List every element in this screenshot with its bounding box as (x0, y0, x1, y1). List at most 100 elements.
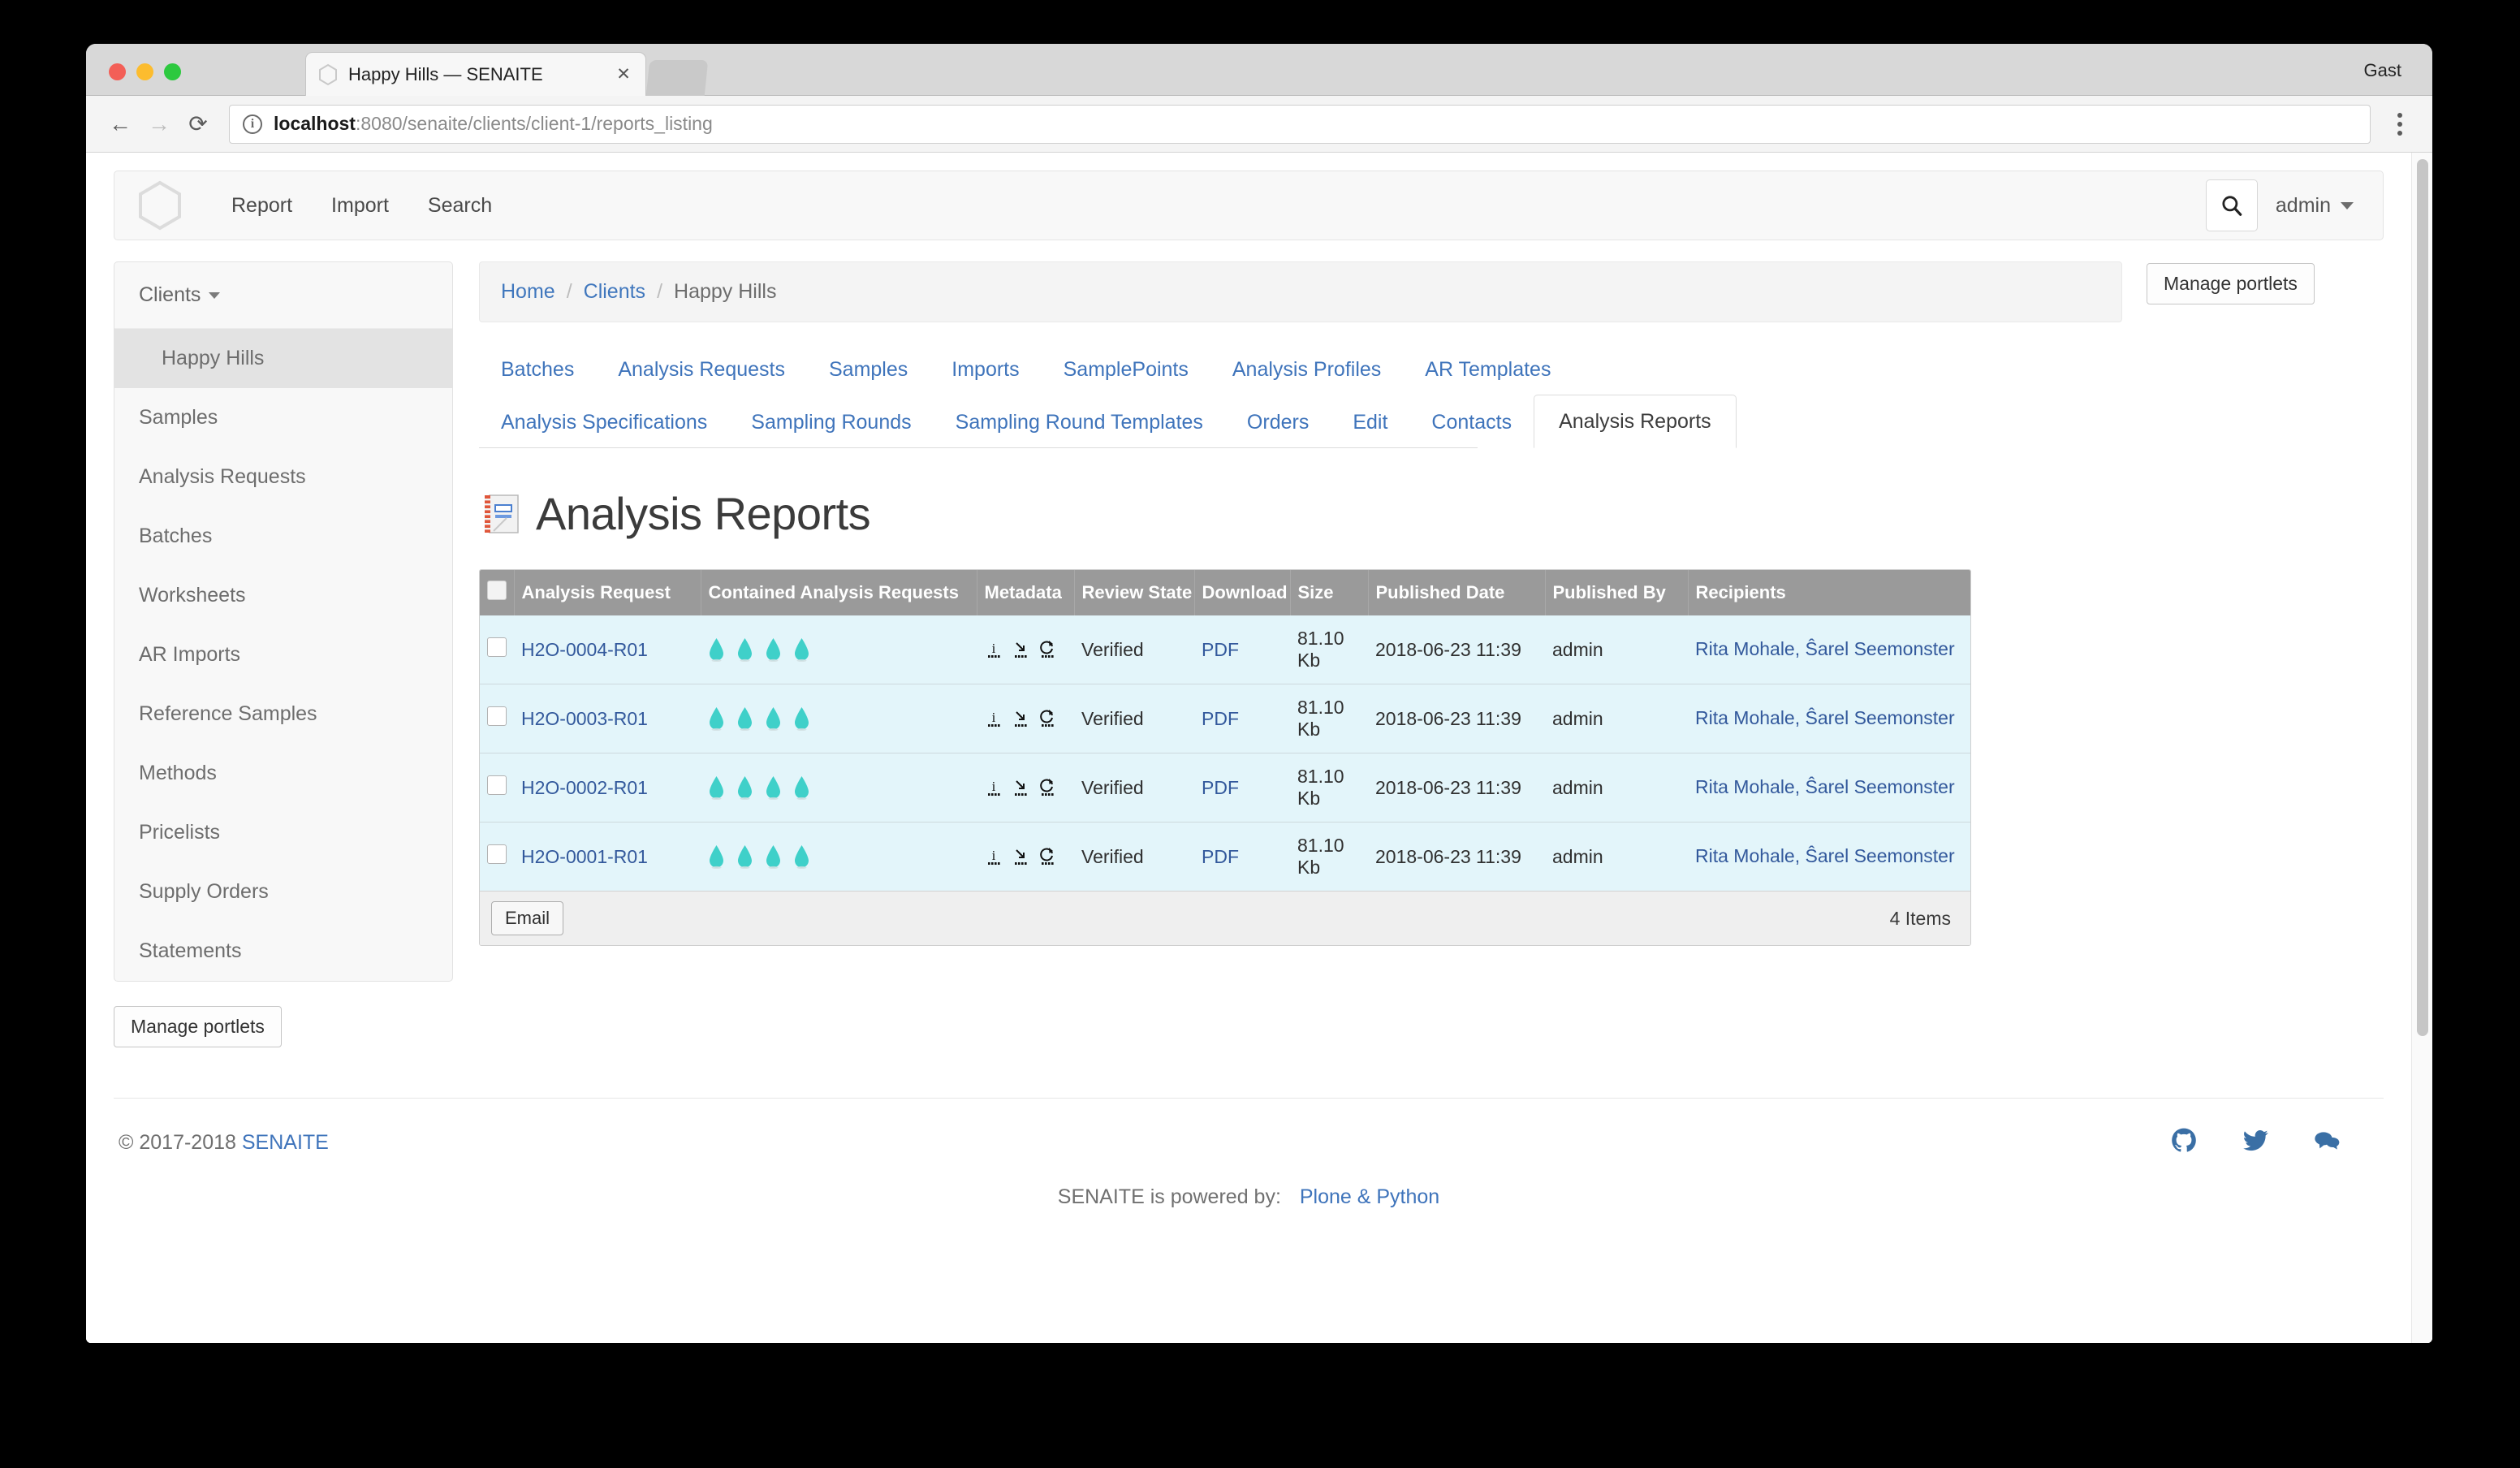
column-published-date[interactable]: Published Date (1368, 570, 1546, 615)
analysis-request-link[interactable]: H2O-0003-R01 (521, 708, 648, 729)
row-checkbox[interactable] (487, 844, 507, 864)
sidebar-item-reference-samples[interactable]: Reference Samples (114, 684, 452, 744)
column-published-by[interactable]: Published By (1545, 570, 1689, 615)
browser-tab-inactive[interactable] (645, 60, 709, 96)
search-button[interactable] (2205, 179, 2258, 231)
tab-batches[interactable]: Batches (479, 345, 596, 395)
breadcrumb-clients[interactable]: Clients (584, 280, 645, 304)
sidebar-item-statements[interactable]: Statements (114, 922, 452, 981)
sidebar-item-batches[interactable]: Batches (114, 507, 452, 566)
window-maximize-button[interactable] (164, 63, 181, 80)
sidebar-item-analysis-requests[interactable]: Analysis Requests (114, 447, 452, 507)
recipients-link[interactable]: Rita Mohale, Ŝarel Seemonster (1695, 845, 1955, 866)
analysis-request-link[interactable]: H2O-0002-R01 (521, 777, 648, 798)
address-bar[interactable]: i localhost :8080/senaite/clients/client… (229, 104, 2371, 144)
tab-edit[interactable]: Edit (1331, 398, 1409, 447)
sidebar-item-ar-imports[interactable]: AR Imports (114, 625, 452, 684)
browser-tab-active[interactable]: Happy Hills — SENAITE ✕ (305, 52, 646, 96)
select-all-header[interactable] (480, 570, 515, 615)
info-icon[interactable]: i (984, 777, 1004, 798)
browser-profile-name[interactable]: Gast (2364, 60, 2401, 81)
powered-by-link[interactable]: Plone & Python (1300, 1185, 1439, 1208)
recipients-link[interactable]: Rita Mohale, Ŝarel Seemonster (1695, 638, 1955, 659)
back-icon[interactable]: ← (101, 105, 140, 144)
tab-analysis-profiles[interactable]: Analysis Profiles (1210, 345, 1403, 395)
reload-icon[interactable] (1038, 708, 1058, 729)
info-icon[interactable]: i (984, 708, 1004, 729)
row-select-cell[interactable] (480, 615, 514, 684)
scrollbar-thumb[interactable] (2417, 159, 2428, 1036)
sidebar-item-worksheets[interactable]: Worksheets (114, 566, 452, 625)
table-row[interactable]: H2O-0004-R01 i Verified PDF 81.10 Kb 2018-06-… (480, 615, 1970, 684)
github-link[interactable] (2171, 1128, 2197, 1158)
recipients-link[interactable]: Rita Mohale, Ŝarel Seemonster (1695, 776, 1955, 797)
column-size[interactable]: Size (1290, 570, 1369, 615)
email-button[interactable]: Email (491, 901, 564, 935)
senaite-brand-link[interactable]: SENAITE (242, 1131, 329, 1154)
column-download[interactable]: Download (1194, 570, 1291, 615)
table-row[interactable]: H2O-0002-R01 i Verified PDF 81.10 Kb 2018-06-… (480, 753, 1970, 823)
table-row[interactable]: H2O-0003-R01 i Verified PDF 81.10 Kb 2018-06-… (480, 684, 1970, 753)
column-metadata[interactable]: Metadata (977, 570, 1075, 615)
column-contained-ars[interactable]: Contained Analysis Requests (701, 570, 977, 615)
download-icon[interactable] (1011, 777, 1031, 798)
page-info-icon[interactable]: i (243, 114, 262, 134)
sidebar-item-methods[interactable]: Methods (114, 744, 452, 803)
sidebar-item-happy-hills[interactable]: Happy Hills (114, 329, 452, 388)
senaite-hexagon-logo[interactable] (137, 180, 183, 231)
appnav-link-report[interactable]: Report (212, 194, 312, 218)
sidebar-item-supply-orders[interactable]: Supply Orders (114, 862, 452, 922)
manage-portlets-button-left[interactable]: Manage portlets (114, 1006, 282, 1047)
reload-icon[interactable] (1038, 846, 1058, 867)
row-select-cell[interactable] (480, 822, 514, 891)
tab-contacts[interactable]: Contacts (1409, 398, 1534, 447)
tab-imports[interactable]: Imports (930, 345, 1041, 395)
portlet-header[interactable]: Clients (114, 262, 452, 329)
reload-icon[interactable]: ⟳ (179, 105, 218, 144)
analysis-request-link[interactable]: H2O-0001-R01 (521, 846, 648, 867)
download-icon[interactable] (1011, 846, 1031, 867)
tab-samples[interactable]: Samples (807, 345, 930, 395)
page-scrollbar[interactable] (2411, 153, 2432, 1343)
tab-sampling-rounds[interactable]: Sampling Rounds (729, 398, 933, 447)
column-review-state[interactable]: Review State (1074, 570, 1195, 615)
download-pdf-link[interactable]: PDF (1202, 777, 1239, 798)
window-close-button[interactable] (109, 63, 126, 80)
row-checkbox[interactable] (487, 637, 507, 657)
chat-link[interactable] (2314, 1128, 2340, 1158)
manage-portlets-button-right[interactable]: Manage portlets (2147, 263, 2315, 304)
tab-sampling-round-templates[interactable]: Sampling Round Templates (934, 398, 1225, 447)
analysis-request-link[interactable]: H2O-0004-R01 (521, 639, 648, 660)
download-pdf-link[interactable]: PDF (1202, 639, 1239, 660)
user-menu[interactable]: admin (2276, 194, 2360, 218)
download-icon[interactable] (1011, 708, 1031, 729)
column-analysis-request[interactable]: Analysis Request (514, 570, 701, 615)
appnav-link-search[interactable]: Search (408, 194, 511, 218)
row-checkbox[interactable] (487, 775, 507, 795)
close-icon[interactable]: ✕ (613, 64, 634, 85)
breadcrumb-home[interactable]: Home (501, 280, 555, 304)
window-minimize-button[interactable] (136, 63, 153, 80)
reload-icon[interactable] (1038, 639, 1058, 660)
twitter-link[interactable] (2242, 1128, 2268, 1158)
appnav-link-import[interactable]: Import (312, 194, 408, 218)
table-row[interactable]: H2O-0001-R01 i Verified PDF 81.10 Kb 2018-06-… (480, 822, 1970, 891)
download-icon[interactable] (1011, 639, 1031, 660)
sidebar-item-pricelists[interactable]: Pricelists (114, 803, 452, 862)
reload-icon[interactable] (1038, 777, 1058, 798)
tab-orders[interactable]: Orders (1225, 398, 1331, 447)
sidebar-item-samples[interactable]: Samples (114, 388, 452, 447)
select-all-checkbox[interactable] (487, 581, 507, 600)
tab-analysis-reports[interactable]: Analysis Reports (1534, 395, 1737, 448)
row-select-cell[interactable] (480, 684, 514, 753)
tab-analysis-specifications[interactable]: Analysis Specifications (479, 398, 729, 447)
tab-analysis-requests[interactable]: Analysis Requests (596, 345, 807, 395)
tab-samplepoints[interactable]: SamplePoints (1042, 345, 1210, 395)
tab-ar-templates[interactable]: AR Templates (1403, 345, 1573, 395)
info-icon[interactable]: i (984, 639, 1004, 660)
browser-menu-icon[interactable] (2382, 112, 2418, 136)
download-pdf-link[interactable]: PDF (1202, 846, 1239, 867)
recipients-link[interactable]: Rita Mohale, Ŝarel Seemonster (1695, 707, 1955, 728)
download-pdf-link[interactable]: PDF (1202, 708, 1239, 729)
row-checkbox[interactable] (487, 706, 507, 726)
